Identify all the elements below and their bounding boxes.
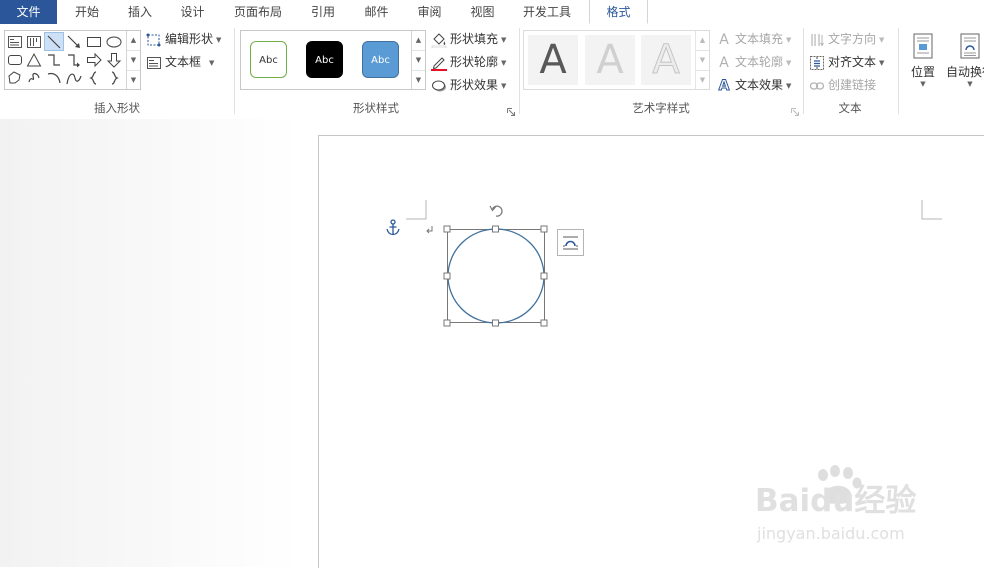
watermark-brand: Baidu经验 — [755, 483, 916, 519]
resize-handle-top-left[interactable] — [443, 225, 451, 233]
watermark-url: jingyan.baidu.com — [756, 524, 905, 543]
paragraph-mark-icon — [426, 226, 433, 234]
resize-handle-left[interactable] — [443, 272, 451, 280]
resize-handle-top[interactable] — [492, 225, 499, 233]
resize-handle-top-right[interactable] — [540, 225, 548, 233]
baidu-jingyan-watermark: Baidu经验 jingyan.baidu.com — [755, 465, 916, 543]
oval-shape[interactable] — [447, 228, 545, 324]
resize-handle-bottom-right[interactable] — [540, 319, 548, 327]
anchor-icon[interactable] — [386, 219, 400, 236]
tab-format[interactable]: 格式 — [589, 0, 648, 24]
resize-handle-bottom[interactable] — [492, 319, 499, 327]
resize-handle-right[interactable] — [540, 272, 548, 280]
rotate-handle-icon[interactable] — [489, 205, 503, 217]
margin-corner-top-right — [921, 200, 942, 220]
margin-corner-top-left — [406, 200, 427, 220]
layout-options-button[interactable] — [557, 229, 584, 256]
resize-handle-bottom-left[interactable] — [443, 319, 451, 327]
